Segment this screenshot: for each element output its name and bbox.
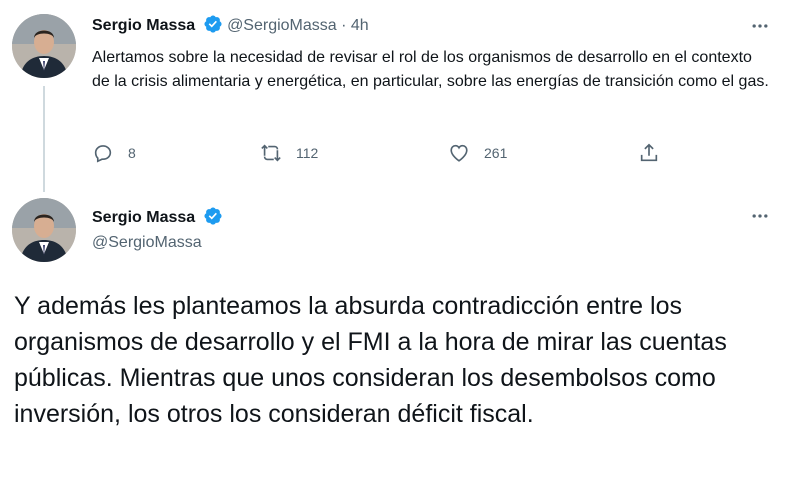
retweet-count: 112 (296, 145, 319, 161)
reply-button[interactable]: 8 (92, 142, 136, 164)
retweet-icon (261, 144, 281, 162)
tweet-text: Y además les planteamos la absurda contr… (14, 292, 727, 428)
verified-badge-icon (203, 206, 223, 226)
retweet-button[interactable]: 112 (260, 142, 318, 164)
author-handle[interactable]: @SergioMassa (227, 17, 337, 34)
share-button[interactable] (638, 142, 674, 164)
author-name[interactable]: Sergio Massa (92, 209, 195, 226)
more-horizontal-icon (752, 214, 768, 218)
more-options-button[interactable] (748, 14, 772, 38)
reply-count: 8 (128, 145, 136, 161)
like-count: 261 (484, 145, 508, 161)
tweet-timestamp[interactable]: 4h (351, 17, 369, 34)
verified-badge-icon (203, 14, 223, 34)
tweet-actions-bar: 8 112 261 (92, 142, 692, 168)
tweet-text: Alertamos sobre la necesidad de revisar … (92, 49, 769, 90)
reply-icon (94, 145, 112, 163)
more-horizontal-icon (752, 24, 768, 28)
meta-separator: · (336, 17, 351, 34)
avatar[interactable] (12, 198, 76, 262)
heart-icon (450, 144, 468, 162)
author-handle[interactable]: @SergioMassa (92, 234, 202, 252)
like-button[interactable]: 261 (448, 142, 507, 164)
avatar[interactable] (12, 14, 76, 78)
more-options-button[interactable] (748, 204, 772, 228)
share-icon (640, 143, 658, 162)
author-name[interactable]: Sergio Massa (92, 17, 195, 34)
thread-connector-line (43, 86, 45, 192)
